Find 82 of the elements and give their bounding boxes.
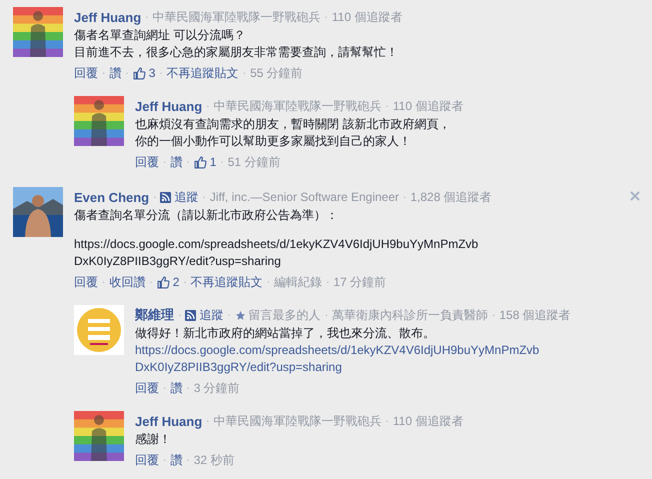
separator-dot: · xyxy=(403,192,406,202)
follow-link[interactable]: 追蹤 xyxy=(185,306,224,324)
author-meta: 1,828 個追蹤者 xyxy=(410,188,492,206)
separator-dot: · xyxy=(324,310,328,320)
separator-dot: · xyxy=(125,68,129,78)
top-commenter-label: 留言最多的人 xyxy=(234,306,321,324)
separator-dot: · xyxy=(163,454,166,466)
comment-text: 感謝！ xyxy=(135,431,172,448)
timestamp: 編輯紀錄 xyxy=(274,274,322,290)
separator-dot: · xyxy=(186,454,190,466)
separator-dot: · xyxy=(183,276,187,288)
separator-dot: · xyxy=(202,192,206,202)
separator-dot: · xyxy=(220,156,224,168)
separator-dot: · xyxy=(159,68,163,78)
separator-dot: · xyxy=(492,310,496,320)
star-icon xyxy=(234,310,246,320)
thumbs-up-icon xyxy=(156,276,170,288)
separator-dot: · xyxy=(163,156,166,168)
like-count[interactable]: 1 xyxy=(194,155,216,169)
separator-dot: · xyxy=(386,100,389,112)
separator-dot: · xyxy=(206,416,210,426)
separator-dot: · xyxy=(326,276,330,288)
timestamp: 51 分鐘前 xyxy=(228,154,280,170)
author-meta: 110 個追蹤者 xyxy=(392,412,464,430)
author-meta: 中華民國海軍陸戰隊一野戰砲兵 xyxy=(214,412,382,430)
thumbs-up-icon xyxy=(194,156,207,168)
action-link[interactable]: 不再追蹤貼文 xyxy=(166,64,239,82)
author-meta: 中華民國海軍陸戰隊一野戰砲兵 xyxy=(214,98,382,114)
separator-dot: · xyxy=(178,310,182,320)
action-link[interactable]: 回覆 xyxy=(74,274,98,290)
comment-text: 傷者查詢名單分流（請以新北市政府公告為準）： xyxy=(74,207,339,224)
separator-dot: · xyxy=(145,12,149,22)
separator-dot: · xyxy=(386,416,389,426)
separator-dot: · xyxy=(149,276,153,288)
separator-dot: · xyxy=(242,68,246,78)
separator-dot: · xyxy=(324,12,328,22)
separator-dot: · xyxy=(227,310,231,320)
timestamp: 17 分鐘前 xyxy=(333,274,386,290)
close-icon[interactable] xyxy=(630,191,640,201)
rss-icon xyxy=(160,192,172,202)
comment-text: 也麻煩沒有查詢需求的朋友，暫時關閉 該新北市政府網頁， 你的一個小動作可以幫助更多家屬找到自己的家人！ xyxy=(135,116,452,150)
like-count[interactable]: 2 xyxy=(156,275,180,289)
author-name[interactable]: 鄭維理 xyxy=(135,306,174,324)
timestamp: 55 分鐘前 xyxy=(250,64,303,82)
author-meta: Jiff, inc.—Senior Software Engineer xyxy=(210,190,400,204)
action-link[interactable]: 回覆 xyxy=(74,64,98,82)
action-link[interactable]: 收回讚 xyxy=(109,274,146,290)
comment-text: https://docs.google.com/spreadsheets/d/1ekyKZV4V6IdjUH9buYyMnPmZvb DxK0IyZ8PIIB3ggRY/edit?usp=sharing xyxy=(74,236,480,270)
follow-link[interactable]: 追蹤 xyxy=(160,188,198,206)
separator-dot: · xyxy=(206,100,210,112)
action-link[interactable]: 回覆 xyxy=(135,380,159,396)
separator-dot: · xyxy=(186,382,190,394)
separator-dot: · xyxy=(153,192,156,202)
author-name[interactable]: Jeff Huang xyxy=(135,98,202,114)
author-name[interactable]: Jeff Huang xyxy=(135,414,202,428)
separator-dot: · xyxy=(186,156,190,168)
comment-text: 做得好！新北市政府的網站當掉了，我也來分流、散布。 xyxy=(135,325,436,342)
author-meta: 中華民國海軍陸戰隊一野戰砲兵 xyxy=(152,8,321,26)
action-link[interactable]: 不再追蹤貼文 xyxy=(190,274,263,290)
rss-icon xyxy=(185,310,196,320)
separator-dot: · xyxy=(102,276,106,288)
comment-link[interactable]: https://docs.google.com/spreadsheets/d/1ekyKZV4V6IdjUH9buYyMnPmZvb DxK0IyZ8PIIB3ggRY/edit?usp=sharing xyxy=(135,342,652,376)
like-count[interactable]: 3 xyxy=(132,66,156,80)
author-meta: 萬華衛康內科診所一負責醫師 xyxy=(332,306,488,324)
action-link[interactable]: 讚 xyxy=(170,452,182,468)
action-link[interactable]: 回覆 xyxy=(135,452,159,468)
author-meta: 110 個追蹤者 xyxy=(332,8,402,26)
author-name[interactable]: Jeff Huang xyxy=(74,10,142,24)
separator-dot: · xyxy=(163,382,166,394)
action-link[interactable]: 讚 xyxy=(109,64,122,82)
thumbs-up-icon xyxy=(132,66,146,80)
author-meta: 110 個追蹤者 xyxy=(392,98,464,114)
separator-dot: · xyxy=(266,276,270,288)
action-link[interactable]: 回覆 xyxy=(135,154,159,170)
action-link[interactable]: 讚 xyxy=(170,154,182,170)
action-link[interactable]: 讚 xyxy=(170,380,182,396)
separator-dot: · xyxy=(102,68,106,78)
timestamp: 3 分鐘前 xyxy=(194,380,240,396)
comment-text: 傷者名單查詢網址 可以分流嗎？ 目前進不去，很多心急的家屬朋友非常需要查詢，請幫幫忙！ xyxy=(74,27,399,61)
author-name[interactable]: Even Cheng xyxy=(74,190,150,204)
author-meta: 158 個追蹤者 xyxy=(499,306,571,324)
timestamp: 32 秒前 xyxy=(194,452,234,468)
